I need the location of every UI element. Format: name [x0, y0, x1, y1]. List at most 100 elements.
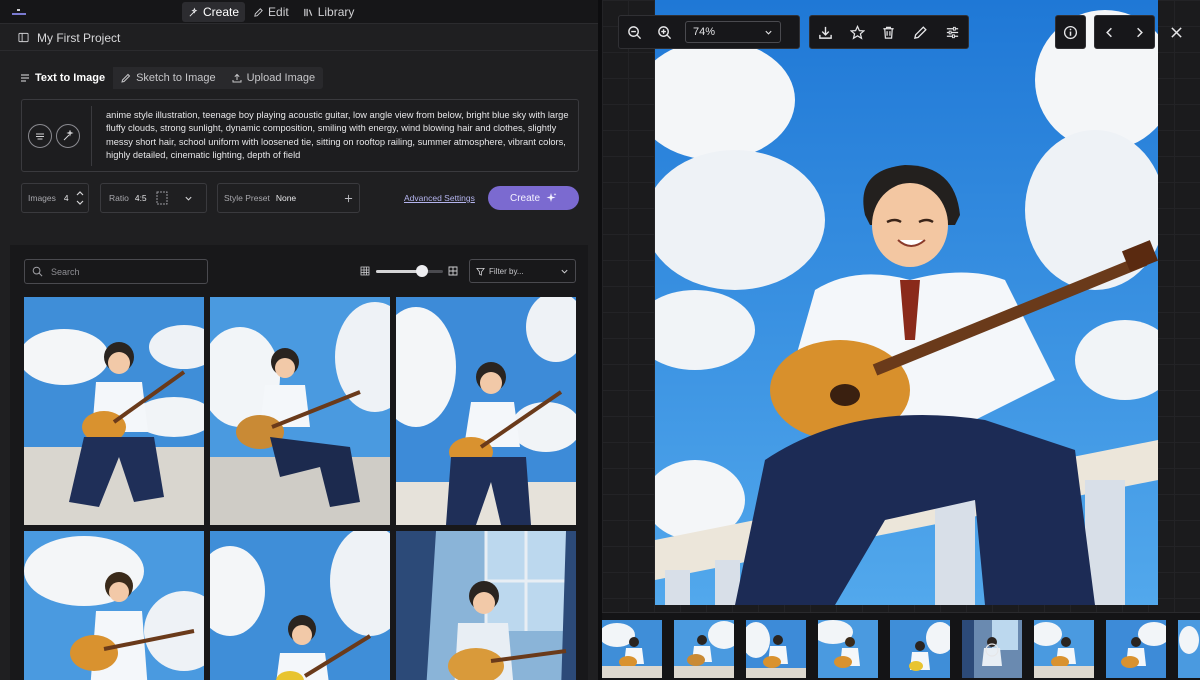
- filmstrip-thumbnail[interactable]: [674, 620, 734, 678]
- nav-tab-create[interactable]: Create: [182, 2, 246, 22]
- books-icon: [303, 8, 312, 16]
- edit-button[interactable]: [906, 16, 936, 48]
- filter-select[interactable]: Filter by...: [469, 259, 576, 283]
- filmstrip-thumbnail[interactable]: [1034, 620, 1094, 678]
- filmstrip-thumbnail[interactable]: [1106, 620, 1166, 678]
- guitar-boy-image: [24, 531, 204, 680]
- logo-icon[interactable]: [12, 9, 26, 15]
- favorite-button[interactable]: [842, 16, 872, 48]
- gallery-image[interactable]: [24, 531, 204, 680]
- pencil-icon: [254, 7, 263, 17]
- chevron-down-icon: [561, 269, 568, 274]
- prompt-presets-button[interactable]: [28, 124, 52, 148]
- close-viewer-button[interactable]: [1165, 21, 1187, 43]
- gallery-image[interactable]: [210, 297, 390, 525]
- images-value: 4: [63, 193, 69, 203]
- tab-label: Text to Image: [35, 72, 106, 84]
- generator-panel: Create Edit Library My First Project Tex…: [0, 0, 598, 680]
- guitar-boy-image: [602, 620, 662, 678]
- guitar-boy-image: [1106, 620, 1166, 678]
- guitar-boy-image: [396, 531, 576, 680]
- next-image-button[interactable]: [1125, 16, 1155, 48]
- download-icon: [819, 26, 833, 39]
- sliders-icon: [946, 26, 958, 38]
- sparkle-icon: [189, 7, 198, 16]
- prompt-input[interactable]: anime style illustration, teenage boy pl…: [106, 109, 572, 163]
- create-button[interactable]: Create: [488, 186, 579, 210]
- stepper-arrows-icon[interactable]: [75, 189, 85, 207]
- zoom-select[interactable]: 74%: [685, 21, 781, 43]
- guitar-boy-image: [24, 297, 204, 525]
- info-button[interactable]: [1056, 16, 1085, 48]
- sidebar-toggle-icon[interactable]: [18, 32, 29, 43]
- style-preset-select[interactable]: Style Preset None: [217, 183, 360, 213]
- guitar-boy-image: [818, 620, 878, 678]
- images-count-stepper[interactable]: Images 4: [21, 183, 89, 213]
- zoom-in-button[interactable]: [649, 16, 679, 48]
- tab-label: Upload Image: [246, 72, 316, 84]
- tab-text-to-image[interactable]: Text to Image: [12, 67, 114, 89]
- gallery-image[interactable]: [396, 297, 576, 525]
- guitar-boy-image: [1034, 620, 1094, 678]
- preview-image: [655, 0, 1158, 605]
- download-button[interactable]: [811, 16, 841, 48]
- image-actions-toolbar: [809, 15, 969, 49]
- image-viewer: 74%: [602, 0, 1200, 680]
- sparkle-icon: [546, 193, 557, 202]
- search-input[interactable]: Search: [24, 259, 208, 284]
- tab-sketch-to-image[interactable]: Sketch to Image: [113, 67, 224, 89]
- advanced-settings-link[interactable]: Advanced Settings: [404, 193, 475, 203]
- project-title: My First Project: [37, 30, 121, 45]
- zoom-out-button[interactable]: [619, 16, 649, 48]
- filmstrip-thumbnail[interactable]: [1178, 620, 1200, 678]
- filter-icon: [476, 267, 485, 276]
- gallery-image[interactable]: [210, 531, 390, 680]
- filter-label: Filter by...: [489, 266, 524, 276]
- mode-tabs: Text to Image Sketch to Image Upload Ima…: [12, 67, 324, 89]
- filmstrip-thumbnail[interactable]: [746, 620, 806, 678]
- gallery-image[interactable]: [24, 297, 204, 525]
- filmstrip-thumbnail[interactable]: [602, 620, 662, 678]
- tab-label: Sketch to Image: [136, 72, 216, 84]
- gallery-image[interactable]: [396, 531, 576, 680]
- ratio-select[interactable]: Ratio 4:5: [100, 183, 207, 213]
- chevron-down-icon: [185, 196, 192, 201]
- images-label: Images: [28, 193, 56, 203]
- grid-large-icon: [448, 266, 458, 276]
- filmstrip-thumbnail[interactable]: [818, 620, 878, 678]
- nav-tab-library[interactable]: Library: [297, 2, 361, 22]
- thumbnail-size-slider[interactable]: [360, 265, 460, 278]
- search-icon: [32, 266, 43, 277]
- filmstrip-thumbnail[interactable]: [890, 620, 950, 678]
- nav-tabs: Create Edit Library: [182, 2, 360, 22]
- chevron-down-icon: [765, 30, 772, 35]
- slider-knob[interactable]: [415, 265, 428, 277]
- project-bar: My First Project: [0, 25, 598, 51]
- guitar-boy-image: [396, 297, 576, 525]
- nav-tab-label: Edit: [268, 5, 289, 19]
- tab-upload-image[interactable]: Upload Image: [224, 67, 324, 89]
- slider-fill: [376, 270, 422, 273]
- create-label: Create: [509, 192, 540, 204]
- nav-tab-edit[interactable]: Edit: [247, 2, 295, 22]
- pencil-icon: [914, 25, 927, 39]
- info-icon: [1063, 25, 1078, 39]
- guitar-boy-image: [1178, 620, 1200, 678]
- chevron-right-icon: [1136, 27, 1143, 37]
- guitar-boy-image: [962, 620, 1022, 678]
- aspect-frame-icon: [156, 191, 168, 205]
- enhance-prompt-button[interactable]: [56, 124, 80, 148]
- adjust-button[interactable]: [937, 16, 967, 48]
- navigation-toolbar: [1094, 15, 1155, 49]
- plus-icon: [344, 194, 353, 202]
- trash-icon: [883, 26, 895, 39]
- delete-button[interactable]: [874, 16, 904, 48]
- guitar-boy-image: [210, 297, 390, 525]
- previous-image-button[interactable]: [1095, 16, 1125, 48]
- nav-tab-label: Create: [203, 5, 240, 19]
- top-nav: Create Edit Library: [0, 0, 598, 24]
- app-root: Create Edit Library My First Project Tex…: [0, 0, 1200, 680]
- zoom-value: 74%: [693, 26, 716, 38]
- star-icon: [849, 24, 865, 40]
- filmstrip-thumbnail[interactable]: [962, 620, 1022, 678]
